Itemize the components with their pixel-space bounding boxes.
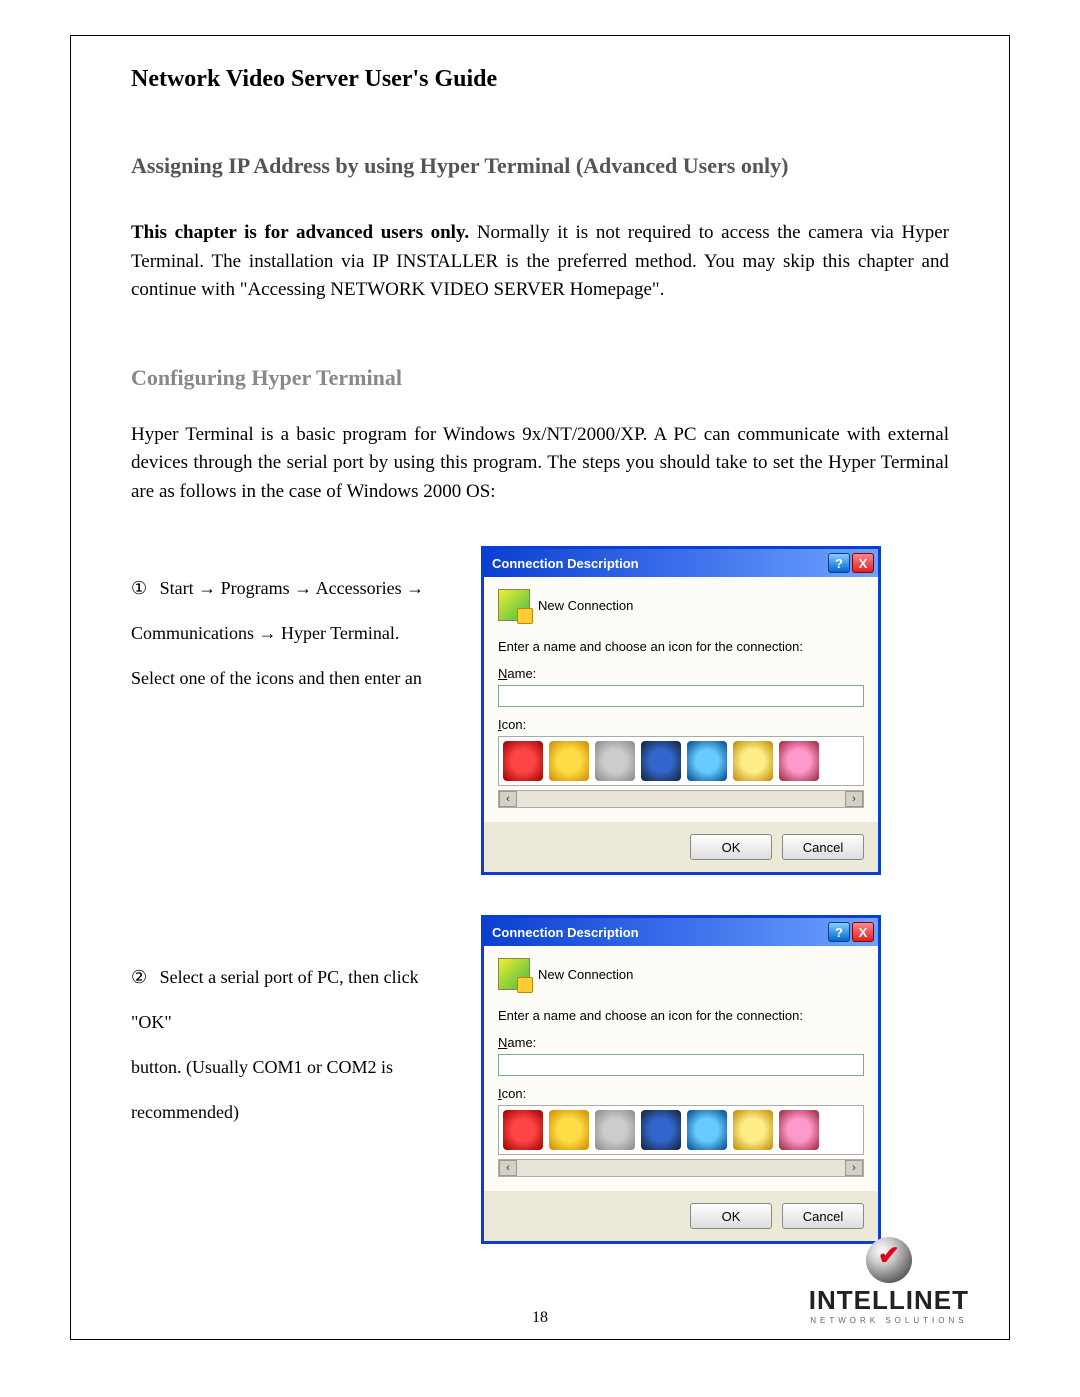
ok-button[interactable]: OK xyxy=(690,834,772,860)
section-paragraph: Hyper Terminal is a basic program for Wi… xyxy=(131,421,949,507)
chapter-title: Assigning IP Address by using Hyper Term… xyxy=(131,153,949,179)
icon-label: Icon: xyxy=(498,717,864,732)
icon-option-7[interactable] xyxy=(779,741,819,781)
icon-option-5[interactable] xyxy=(687,741,727,781)
dialog-titlebar[interactable]: Connection Description ? X xyxy=(484,549,878,577)
step-1-line-1: Start → Programs → Accessories → xyxy=(160,578,424,598)
page-frame: Network Video Server User's Guide Assign… xyxy=(70,35,1010,1340)
step-1-text: ① Start → Programs → Accessories → Commu… xyxy=(131,546,461,701)
name-input[interactable] xyxy=(498,685,864,707)
icon-option-4[interactable] xyxy=(641,741,681,781)
new-connection-label: New Connection xyxy=(538,598,633,613)
icon-label: Icon: xyxy=(498,1086,864,1101)
document-title: Network Video Server User's Guide xyxy=(131,66,949,93)
name-label: Name: xyxy=(498,1035,864,1050)
dialog-title: Connection Description xyxy=(492,925,639,940)
brand-subtitle: NETWORK SOLUTIONS xyxy=(809,1316,969,1325)
icon-option-2[interactable] xyxy=(549,741,589,781)
connection-description-dialog-2: Connection Description ? X New Connectio… xyxy=(481,915,881,1244)
icon-option-6[interactable] xyxy=(733,741,773,781)
step-1-line-3: Select one of the icons and then enter a… xyxy=(131,668,422,688)
step-1-enum: ① xyxy=(131,578,147,598)
close-button[interactable]: X xyxy=(852,553,874,573)
step-1-line-2: Communications → Hyper Terminal. xyxy=(131,623,399,643)
connection-description-dialog-1: Connection Description ? X New Connectio… xyxy=(481,546,881,875)
intro-paragraph: This chapter is for advanced users only.… xyxy=(131,219,949,305)
cancel-button[interactable]: Cancel xyxy=(782,1203,864,1229)
step-2-text: ② Select a serial port of PC, then click… xyxy=(131,915,461,1135)
connection-icon xyxy=(498,589,530,621)
brand-logo-icon xyxy=(866,1237,912,1283)
name-input[interactable] xyxy=(498,1054,864,1076)
icon-option-2[interactable] xyxy=(549,1110,589,1150)
connection-icon xyxy=(498,958,530,990)
cancel-button[interactable]: Cancel xyxy=(782,834,864,860)
icon-option-5[interactable] xyxy=(687,1110,727,1150)
icon-scrollbar[interactable]: ‹ › xyxy=(498,790,864,808)
icon-option-3[interactable] xyxy=(595,741,635,781)
dialog-prompt: Enter a name and choose an icon for the … xyxy=(498,1008,864,1023)
icon-scrollbar[interactable]: ‹ › xyxy=(498,1159,864,1177)
ok-button[interactable]: OK xyxy=(690,1203,772,1229)
help-button[interactable]: ? xyxy=(828,553,850,573)
icon-option-7[interactable] xyxy=(779,1110,819,1150)
step-2-row: ② Select a serial port of PC, then click… xyxy=(131,915,949,1244)
brand-name: INTELLINET xyxy=(809,1285,969,1316)
icon-option-1[interactable] xyxy=(503,741,543,781)
step-2-line-1: Select a serial port of PC, then click "… xyxy=(131,967,419,1032)
step-1-row: ① Start → Programs → Accessories → Commu… xyxy=(131,546,949,875)
section-title: Configuring Hyper Terminal xyxy=(131,365,949,391)
scroll-right-button[interactable]: › xyxy=(845,1160,863,1176)
scroll-left-button[interactable]: ‹ xyxy=(499,791,517,807)
icon-strip[interactable] xyxy=(498,1105,864,1155)
scroll-right-button[interactable]: › xyxy=(845,791,863,807)
icon-option-6[interactable] xyxy=(733,1110,773,1150)
help-button[interactable]: ? xyxy=(828,922,850,942)
dialog-titlebar[interactable]: Connection Description ? X xyxy=(484,918,878,946)
name-label: Name: xyxy=(498,666,864,681)
close-button[interactable]: X xyxy=(852,922,874,942)
icon-strip[interactable] xyxy=(498,736,864,786)
step-2-line-2: button. (Usually COM1 or COM2 is xyxy=(131,1057,393,1077)
scroll-left-button[interactable]: ‹ xyxy=(499,1160,517,1176)
new-connection-label: New Connection xyxy=(538,967,633,982)
brand-block: INTELLINET NETWORK SOLUTIONS xyxy=(809,1237,969,1325)
icon-option-3[interactable] xyxy=(595,1110,635,1150)
step-2-line-3: recommended) xyxy=(131,1102,239,1122)
step-2-enum: ② xyxy=(131,967,147,987)
icon-option-1[interactable] xyxy=(503,1110,543,1150)
dialog-prompt: Enter a name and choose an icon for the … xyxy=(498,639,864,654)
icon-option-4[interactable] xyxy=(641,1110,681,1150)
dialog-title: Connection Description xyxy=(492,556,639,571)
intro-bold: This chapter is for advanced users only. xyxy=(131,222,469,243)
